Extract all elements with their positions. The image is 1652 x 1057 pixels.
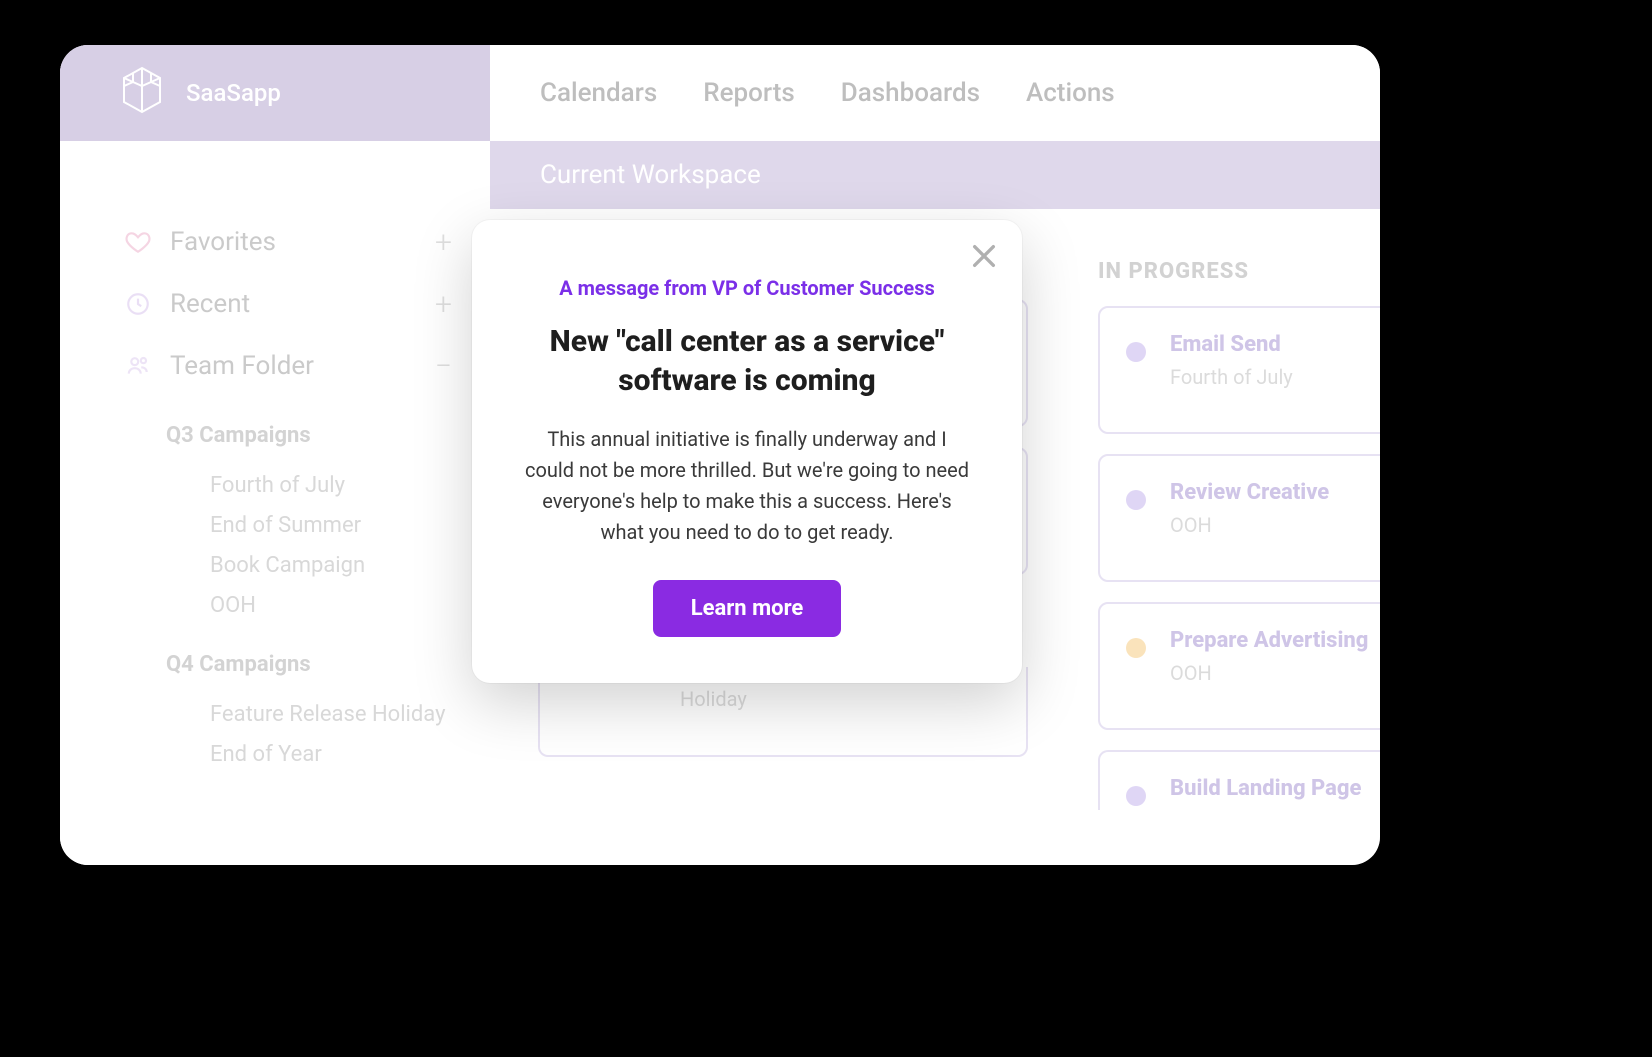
sidebar-recent-label: Recent: [170, 289, 435, 319]
board-card[interactable]: Build Landing Page: [1098, 750, 1380, 810]
status-dot-icon: [1126, 342, 1146, 362]
card-title: Build Landing Page: [1170, 776, 1380, 801]
team-icon: [124, 352, 152, 380]
nav-dashboards[interactable]: Dashboards: [841, 78, 980, 108]
status-dot-icon: [1126, 786, 1146, 806]
card-title: Prepare Advertising: [1170, 628, 1380, 653]
card-title: Review Creative: [1170, 480, 1380, 505]
nav-actions[interactable]: Actions: [1026, 78, 1115, 108]
card-subtitle: OOH: [1170, 661, 1380, 685]
folder-q3-header[interactable]: Q3 Campaigns: [166, 423, 460, 448]
sidebar-favorites-label: Favorites: [170, 227, 435, 257]
board-column-in-progress: IN PROGRESS Email Send Fourth of July Re…: [1098, 259, 1380, 830]
learn-more-button[interactable]: Learn more: [653, 580, 842, 637]
nav-reports[interactable]: Reports: [703, 78, 795, 108]
modal-body: This annual initiative is finally underw…: [518, 424, 976, 548]
sidebar-team-folder[interactable]: Team Folder −: [124, 335, 460, 397]
modal-title: New "call center as a service" software …: [518, 322, 976, 400]
app-window: SaaSapp Favorites + Recent +: [60, 45, 1380, 865]
clock-icon: [124, 290, 152, 318]
card-title: Email Send: [1170, 332, 1380, 357]
nav-calendars[interactable]: Calendars: [540, 78, 657, 108]
workspace-bar: Current Workspace: [490, 141, 1380, 209]
modal-eyebrow: A message from VP of Customer Success: [518, 276, 976, 300]
status-dot-icon: [1126, 638, 1146, 658]
close-button[interactable]: [968, 240, 1000, 272]
sidebar-team-folder-label: Team Folder: [170, 351, 435, 381]
sidebar-content: Favorites + Recent +: [60, 141, 490, 775]
card-subtitle: OOH: [1170, 513, 1380, 537]
folder-item[interactable]: End of Summer: [210, 506, 460, 546]
board-card[interactable]: Prepare Advertising OOH: [1098, 602, 1380, 730]
folder-item[interactable]: Fourth of July: [210, 466, 460, 506]
collapse-team-folder-button[interactable]: −: [435, 349, 460, 384]
folder-item[interactable]: Feature Release Holiday: [210, 695, 460, 735]
column-header: IN PROGRESS: [1098, 259, 1380, 284]
app-name: SaaSapp: [186, 79, 281, 107]
card-subtitle: Fourth of July: [1170, 365, 1380, 389]
heart-icon: [124, 228, 152, 256]
close-icon: [968, 257, 1000, 276]
sidebar-favorites[interactable]: Favorites +: [124, 211, 460, 273]
sidebar-recent[interactable]: Recent +: [124, 273, 460, 335]
folder-item[interactable]: End of Year: [210, 735, 460, 775]
top-nav: Calendars Reports Dashboards Actions: [490, 45, 1380, 141]
folder-q4-header[interactable]: Q4 Campaigns: [166, 652, 460, 677]
announcement-modal: A message from VP of Customer Success Ne…: [472, 220, 1022, 683]
board-card[interactable]: Email Send Fourth of July: [1098, 306, 1380, 434]
folder-item[interactable]: OOH: [210, 586, 460, 626]
sidebar-header: SaaSapp: [60, 45, 490, 141]
app-logo-icon: [120, 66, 164, 120]
status-dot-icon: [1126, 490, 1146, 510]
sidebar: SaaSapp Favorites + Recent +: [60, 45, 490, 865]
add-recent-button[interactable]: +: [435, 287, 460, 322]
add-favorite-button[interactable]: +: [435, 225, 460, 260]
board-card[interactable]: Review Creative OOH: [1098, 454, 1380, 582]
folder-item[interactable]: Book Campaign: [210, 546, 460, 586]
card-subtitle: Holiday: [680, 687, 1002, 711]
workspace-label: Current Workspace: [540, 160, 761, 190]
